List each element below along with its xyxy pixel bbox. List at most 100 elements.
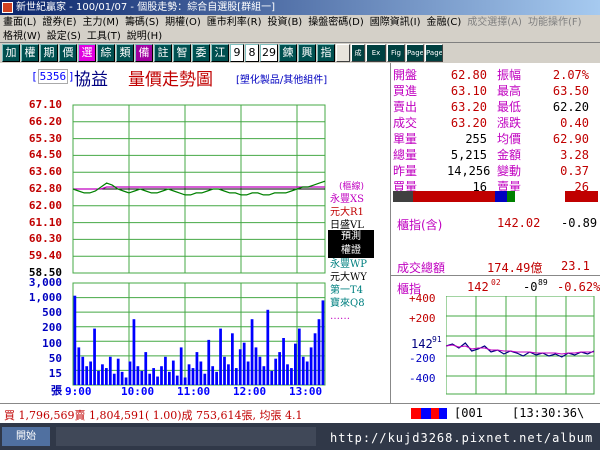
forecast-tag[interactable]: 預測 bbox=[328, 230, 374, 244]
volume-bar bbox=[101, 364, 104, 385]
menu-item[interactable]: 工具(T) bbox=[84, 30, 124, 43]
volume-bar bbox=[175, 375, 179, 385]
volume-bar bbox=[77, 347, 81, 385]
volume-bar bbox=[258, 356, 262, 385]
toolbar-button[interactable]: 權 bbox=[21, 44, 39, 62]
menu-bar: 畫面(L) 證券(E) 主力(M) 籌碼(S) 期權(O) 匯市利率(R) 投資(B) 操盤密… bbox=[0, 15, 600, 30]
volume-bar bbox=[164, 356, 167, 385]
broker-item[interactable]: ‥‥‥ bbox=[330, 310, 388, 323]
broker-item[interactable]: 元大WY bbox=[330, 271, 388, 284]
toolbar-button[interactable]: 加 bbox=[2, 44, 20, 62]
volume-bar bbox=[231, 333, 234, 385]
broker-item[interactable]: 第一T4 bbox=[330, 284, 388, 297]
menu-item[interactable]: 主力(M) bbox=[80, 15, 122, 30]
toolbar-button[interactable]: 指 bbox=[317, 44, 335, 62]
menu-item[interactable]: 國際資訊(I) bbox=[367, 15, 424, 30]
volume-bar bbox=[112, 373, 116, 385]
menu-item[interactable]: 格視(W) bbox=[0, 30, 44, 43]
volume-bar bbox=[313, 333, 317, 385]
volume-bar bbox=[108, 356, 112, 385]
volume-bar bbox=[156, 376, 159, 385]
volume-bar bbox=[132, 319, 136, 385]
toolbar-button[interactable]: 期 bbox=[40, 44, 58, 62]
menu-item[interactable]: 成交選擇(A) bbox=[464, 15, 525, 30]
toolbar-button[interactable]: 委 bbox=[192, 44, 210, 62]
taskbar-buttons bbox=[56, 427, 316, 446]
toolbar-button[interactable]: 註 bbox=[154, 44, 172, 62]
warrant-tag[interactable]: 權證 bbox=[328, 244, 374, 258]
volume-bar bbox=[171, 360, 175, 385]
menu-item[interactable]: 說明(H) bbox=[124, 30, 165, 43]
broker-item[interactable]: 永豐WP bbox=[330, 258, 388, 271]
volume-bar bbox=[136, 366, 140, 385]
volume-bar bbox=[223, 356, 226, 385]
clock: [13:30:36\ bbox=[512, 406, 585, 420]
volume-bar bbox=[266, 309, 270, 385]
toolbar-button[interactable]: 9 bbox=[230, 44, 244, 62]
volume-tick-label: 張 bbox=[51, 384, 62, 397]
toolbar-button[interactable]: 價 bbox=[59, 44, 77, 62]
toolbar-button[interactable]: Fig bbox=[387, 44, 405, 62]
toolbar-button[interactable]: 類 bbox=[116, 44, 134, 62]
toolbar-button[interactable]: 鍊 bbox=[279, 44, 297, 62]
toolbar-button[interactable]: 8 bbox=[245, 44, 259, 62]
index-summary-label: 櫃指(含) bbox=[397, 218, 443, 232]
index-chart-change-decimal: 89 bbox=[538, 278, 548, 287]
menu-item[interactable]: 證券(E) bbox=[39, 15, 79, 30]
price-tick-label: 66.20 bbox=[28, 114, 62, 128]
volume-bar bbox=[219, 328, 222, 385]
status-code[interactable]: [001 bbox=[454, 406, 483, 420]
toolbar-button[interactable]: 29 bbox=[260, 44, 278, 62]
menu-item[interactable]: 期權(O) bbox=[162, 15, 204, 30]
menu-item[interactable]: 操盤密碼(D) bbox=[305, 15, 367, 30]
menu-item[interactable]: 設定(S) bbox=[44, 30, 84, 43]
volume-bar bbox=[128, 361, 132, 385]
volume-bar bbox=[97, 370, 100, 385]
volume-bar bbox=[297, 328, 301, 385]
broker-item[interactable]: 永豐XS bbox=[330, 193, 388, 206]
order-depth-bar bbox=[393, 191, 598, 202]
toolbar-button[interactable]: Page bbox=[425, 44, 443, 62]
price-tick-label: 59.40 bbox=[28, 249, 62, 263]
toolbar-button[interactable]: Page bbox=[406, 44, 424, 62]
toolbar-button[interactable]: 興 bbox=[298, 44, 316, 62]
volume-tick-label: 200 bbox=[42, 321, 62, 335]
broker-item[interactable]: 寶來Q8 bbox=[330, 297, 388, 310]
volume-bar bbox=[286, 364, 289, 385]
volume-bar bbox=[274, 358, 278, 385]
time-tick-label: 9:00 bbox=[65, 385, 92, 398]
volume-bar bbox=[282, 338, 285, 385]
window-title: 新世紀贏家 - 100/01/07 - 個股走勢：綜合自選股[群組一] bbox=[16, 2, 276, 13]
toolbar-button[interactable] bbox=[336, 44, 350, 62]
volume-bar bbox=[187, 364, 191, 385]
price-tick-label: 63.60 bbox=[28, 165, 62, 179]
volume-bar bbox=[317, 319, 321, 385]
toolbar-button[interactable]: 綜 bbox=[97, 44, 115, 62]
toolbar-button[interactable]: 智 bbox=[173, 44, 191, 62]
volume-bar bbox=[191, 368, 195, 385]
toolbar-button[interactable]: Ex bbox=[366, 44, 386, 62]
volume-tick-label: 100 bbox=[42, 336, 62, 350]
index-chart-pct: -0.62% bbox=[557, 280, 600, 294]
price-volume-chart[interactable]: [5356] 協益 量價走勢圖 [塑化製品/其他組件] 永豐R1群益QJ永豐XS… bbox=[0, 63, 390, 403]
toolbar-button[interactable]: 選 bbox=[78, 44, 96, 62]
menu-item[interactable]: 畫面(L) bbox=[0, 15, 39, 30]
volume-bar bbox=[199, 361, 203, 385]
toolbar-button[interactable]: 備 bbox=[135, 44, 153, 62]
index-chart-value: 142 bbox=[467, 280, 489, 294]
menu-item[interactable]: 金融(C) bbox=[424, 15, 465, 30]
pivot-annotation: (樞線) bbox=[339, 182, 365, 192]
menu-item[interactable]: 籌碼(S) bbox=[122, 15, 162, 30]
quote-row: 單量 255 均價 62.90 bbox=[393, 132, 589, 146]
broker-item[interactable]: 元大R1 bbox=[330, 206, 388, 219]
menu-item[interactable]: 投資(B) bbox=[265, 15, 306, 30]
toolbar-button[interactable]: 成 bbox=[351, 44, 365, 62]
volume-bar bbox=[81, 356, 85, 385]
menu-item[interactable]: 功能操作(F) bbox=[525, 15, 585, 30]
volume-bar bbox=[85, 366, 89, 385]
price-tick-label: 62.80 bbox=[28, 182, 62, 195]
menu-item[interactable]: 匯市利率(R) bbox=[204, 15, 265, 30]
toolbar-button[interactable]: 江 bbox=[211, 44, 229, 62]
start-button[interactable]: 開始 bbox=[2, 427, 50, 446]
turnover-change: 23.1 bbox=[561, 259, 590, 273]
